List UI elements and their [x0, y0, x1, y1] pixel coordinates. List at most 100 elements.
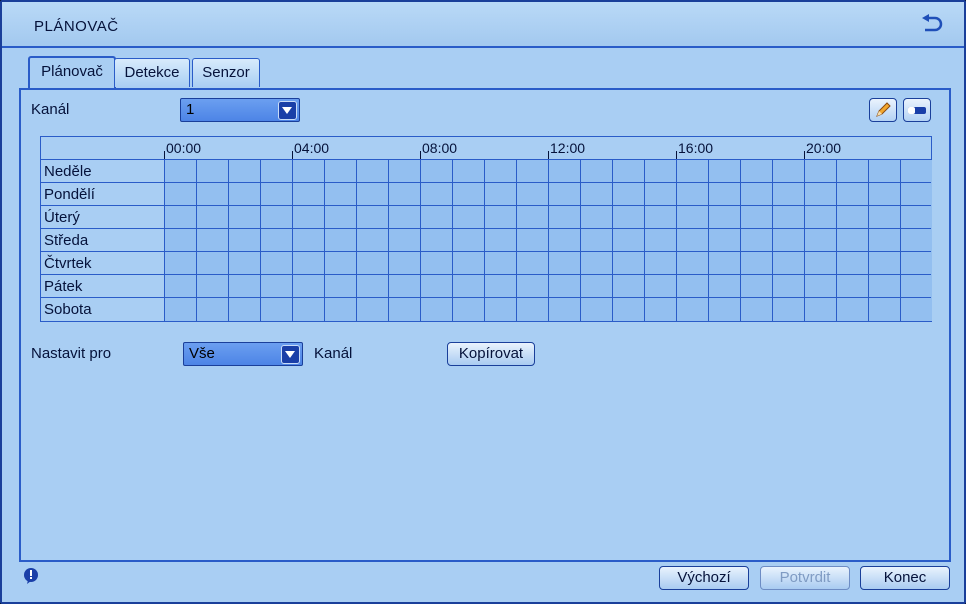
schedule-cell[interactable] — [676, 160, 708, 183]
schedule-cell[interactable] — [548, 252, 580, 275]
schedule-cell[interactable] — [836, 160, 868, 183]
schedule-cell[interactable] — [164, 298, 196, 321]
schedule-cell[interactable] — [836, 252, 868, 275]
schedule-cell[interactable] — [548, 160, 580, 183]
schedule-cell[interactable] — [324, 183, 356, 206]
schedule-cell[interactable] — [164, 229, 196, 252]
schedule-cell[interactable] — [772, 275, 804, 298]
schedule-cell[interactable] — [900, 160, 932, 183]
schedule-cell[interactable] — [292, 252, 324, 275]
schedule-cell[interactable] — [836, 275, 868, 298]
schedule-cell[interactable] — [452, 183, 484, 206]
schedule-cell[interactable] — [260, 298, 292, 321]
schedule-cell[interactable] — [484, 275, 516, 298]
schedule-cell[interactable] — [196, 298, 228, 321]
schedule-cell[interactable] — [644, 275, 676, 298]
schedule-cell[interactable] — [452, 160, 484, 183]
schedule-cell[interactable] — [292, 298, 324, 321]
schedule-cell[interactable] — [420, 206, 452, 229]
schedule-cell[interactable] — [836, 298, 868, 321]
schedule-cell[interactable] — [644, 229, 676, 252]
schedule-cell[interactable] — [228, 252, 260, 275]
schedule-cell[interactable] — [740, 183, 772, 206]
schedule-cell[interactable] — [772, 298, 804, 321]
schedule-cell[interactable] — [196, 275, 228, 298]
schedule-cell[interactable] — [580, 206, 612, 229]
schedule-cell[interactable] — [324, 298, 356, 321]
schedule-cell[interactable] — [516, 229, 548, 252]
schedule-cell[interactable] — [900, 229, 932, 252]
schedule-cell[interactable] — [484, 229, 516, 252]
schedule-cell[interactable] — [388, 298, 420, 321]
schedule-cell[interactable] — [260, 183, 292, 206]
schedule-cell[interactable] — [228, 206, 260, 229]
schedule-cell[interactable] — [772, 229, 804, 252]
apply-to-select[interactable]: Vše — [183, 342, 303, 366]
schedule-cell[interactable] — [804, 206, 836, 229]
schedule-cell[interactable] — [804, 275, 836, 298]
schedule-cell[interactable] — [356, 252, 388, 275]
schedule-cell[interactable] — [260, 160, 292, 183]
schedule-cell[interactable] — [676, 275, 708, 298]
confirm-button[interactable]: Potvrdit — [760, 566, 850, 590]
schedule-cell[interactable] — [772, 206, 804, 229]
schedule-cell[interactable] — [292, 206, 324, 229]
schedule-cell[interactable] — [292, 160, 324, 183]
schedule-cell[interactable] — [292, 183, 324, 206]
schedule-cell[interactable] — [836, 229, 868, 252]
schedule-cell[interactable] — [228, 275, 260, 298]
schedule-cell[interactable] — [356, 229, 388, 252]
schedule-cell[interactable] — [324, 252, 356, 275]
schedule-cell[interactable] — [452, 206, 484, 229]
schedule-cell[interactable] — [420, 160, 452, 183]
schedule-cell[interactable] — [804, 229, 836, 252]
schedule-cell[interactable] — [612, 183, 644, 206]
schedule-cell[interactable] — [228, 183, 260, 206]
schedule-cell[interactable] — [804, 298, 836, 321]
schedule-cell[interactable] — [196, 160, 228, 183]
schedule-cell[interactable] — [196, 229, 228, 252]
schedule-cell[interactable] — [548, 183, 580, 206]
schedule-cell[interactable] — [196, 183, 228, 206]
schedule-cell[interactable] — [260, 206, 292, 229]
schedule-cell[interactable] — [164, 160, 196, 183]
schedule-cell[interactable] — [388, 183, 420, 206]
schedule-cell[interactable] — [612, 252, 644, 275]
schedule-cell[interactable] — [868, 252, 900, 275]
schedule-cell[interactable] — [740, 206, 772, 229]
schedule-cell[interactable] — [164, 206, 196, 229]
schedule-cell[interactable] — [516, 183, 548, 206]
schedule-cell[interactable] — [868, 206, 900, 229]
schedule-cell[interactable] — [836, 183, 868, 206]
schedule-cell[interactable] — [900, 275, 932, 298]
schedule-cell[interactable] — [740, 252, 772, 275]
schedule-cell[interactable] — [772, 160, 804, 183]
schedule-cell[interactable] — [740, 275, 772, 298]
schedule-cell[interactable] — [836, 206, 868, 229]
tab-detekce[interactable]: Detekce — [114, 58, 190, 87]
edit-button[interactable] — [869, 98, 897, 122]
schedule-cell[interactable] — [324, 206, 356, 229]
schedule-cell[interactable] — [868, 275, 900, 298]
erase-button[interactable] — [903, 98, 931, 122]
schedule-cell[interactable] — [676, 229, 708, 252]
schedule-cell[interactable] — [580, 275, 612, 298]
schedule-cell[interactable] — [580, 160, 612, 183]
schedule-cell[interactable] — [356, 206, 388, 229]
schedule-cell[interactable] — [516, 252, 548, 275]
schedule-cell[interactable] — [740, 229, 772, 252]
schedule-cell[interactable] — [644, 206, 676, 229]
channel-select[interactable]: 1 — [180, 98, 300, 122]
schedule-cell[interactable] — [580, 252, 612, 275]
schedule-cell[interactable] — [420, 275, 452, 298]
schedule-cell[interactable] — [260, 229, 292, 252]
schedule-cell[interactable] — [804, 183, 836, 206]
schedule-cell[interactable] — [708, 275, 740, 298]
schedule-cell[interactable] — [708, 160, 740, 183]
schedule-cell[interactable] — [388, 160, 420, 183]
default-button[interactable]: Výchozí — [659, 566, 749, 590]
schedule-cell[interactable] — [644, 298, 676, 321]
schedule-cell[interactable] — [548, 275, 580, 298]
schedule-cell[interactable] — [388, 252, 420, 275]
schedule-cell[interactable] — [548, 298, 580, 321]
